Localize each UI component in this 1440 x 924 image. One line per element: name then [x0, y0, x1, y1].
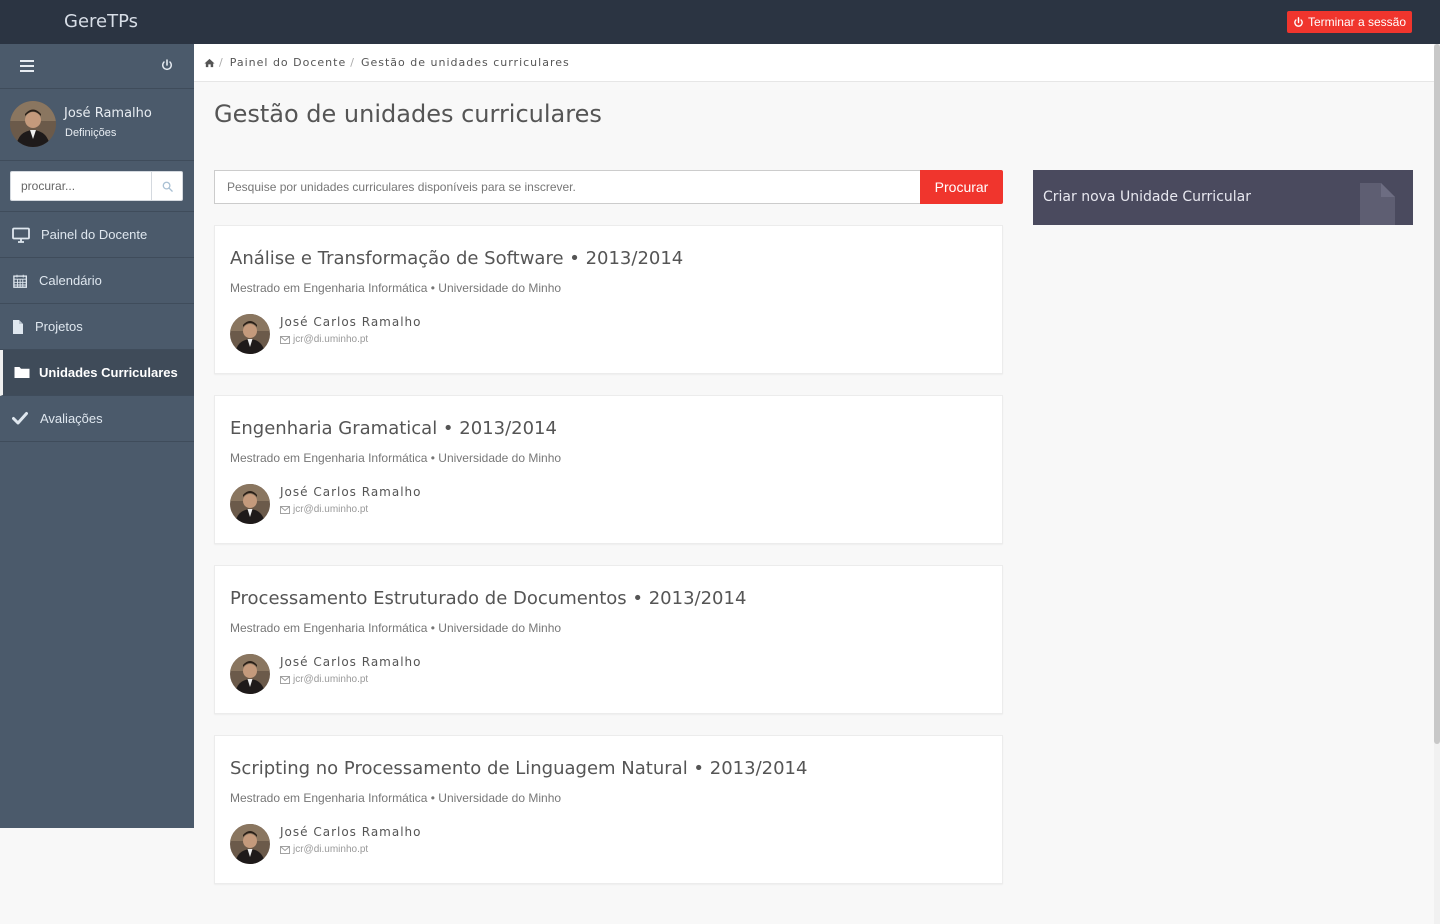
course-email[interactable]: jcr@di.uminho.pt: [280, 844, 368, 855]
course-search: Procurar: [214, 170, 1003, 204]
sidebar-item-label: Calendário: [39, 273, 102, 288]
envelope-icon: [280, 845, 290, 854]
sidebar-item-unidades-curriculares[interactable]: Unidades Curriculares: [0, 350, 194, 396]
sidebar-item-label: Avaliações: [40, 411, 103, 426]
sidebar-search-input[interactable]: [10, 171, 151, 201]
sidebar-item-painel-do-docente[interactable]: Painel do Docente: [0, 212, 194, 258]
breadcrumb-current: Gestão de unidades curriculares: [360, 56, 570, 69]
email-text: jcr@di.uminho.pt: [293, 674, 369, 685]
course-title[interactable]: Processamento Estruturado de Documentos …: [230, 588, 746, 609]
avatar: [230, 824, 270, 864]
sidebar-item-label: Unidades Curriculares: [39, 365, 178, 380]
breadcrumb-link-painel[interactable]: Painel do Docente: [230, 56, 347, 69]
course-card[interactable]: Engenharia Gramatical • 2013/2014 Mestra…: [214, 395, 1003, 544]
avatar: [230, 654, 270, 694]
course-card[interactable]: Scripting no Processamento de Linguagem …: [214, 735, 1003, 884]
envelope-icon: [280, 335, 290, 344]
avatar[interactable]: [10, 101, 56, 147]
scrollbar-thumb[interactable]: [1434, 44, 1440, 744]
check-icon: [12, 412, 28, 425]
email-text: jcr@di.uminho.pt: [293, 334, 369, 345]
course-title[interactable]: Scripting no Processamento de Linguagem …: [230, 758, 807, 779]
course-title[interactable]: Engenharia Gramatical • 2013/2014: [230, 418, 557, 439]
menu-toggle-icon[interactable]: [20, 60, 34, 72]
course-author: José Carlos Ramalho: [280, 825, 422, 839]
course-subtitle: Mestrado em Engenharia Informática • Uni…: [230, 281, 562, 295]
create-course-label: Criar nova Unidade Curricular: [1043, 189, 1251, 205]
course-email[interactable]: jcr@di.uminho.pt: [280, 674, 368, 685]
power-icon[interactable]: [160, 58, 174, 72]
sidebar: José Ramalho Definições Painel do Docent…: [0, 44, 194, 828]
logout-button[interactable]: Terminar a sessão: [1286, 11, 1412, 33]
course-card[interactable]: Análise e Transformação de Software • 20…: [214, 225, 1003, 374]
file-icon: [13, 320, 23, 334]
sidebar-user: José Ramalho Definições: [0, 89, 194, 161]
sidebar-search: [0, 161, 194, 212]
sidebar-item-label: Painel do Docente: [41, 227, 148, 242]
envelope-icon: [280, 675, 290, 684]
search-button[interactable]: Procurar: [920, 170, 1003, 204]
sidebar-toolbar: [0, 44, 194, 89]
course-author: José Carlos Ramalho: [280, 315, 422, 329]
course-author: José Carlos Ramalho: [280, 485, 422, 499]
course-email[interactable]: jcr@di.uminho.pt: [280, 504, 368, 515]
calendar-icon: [13, 274, 27, 288]
course-subtitle: Mestrado em Engenharia Informática • Uni…: [230, 621, 562, 635]
folder-icon: [14, 367, 30, 378]
sidebar-item-projetos[interactable]: Projetos: [0, 304, 194, 350]
breadcrumb-separator: /: [350, 56, 355, 69]
avatar: [230, 314, 270, 354]
avatar: [230, 484, 270, 524]
sidebar-search-button[interactable]: [151, 171, 183, 201]
course-subtitle: Mestrado em Engenharia Informática • Uni…: [230, 451, 562, 465]
document-icon: [1360, 183, 1395, 225]
brand-title[interactable]: GereTPs: [64, 11, 138, 32]
sidebar-item-avaliacoes[interactable]: Avaliações: [0, 396, 194, 442]
settings-link[interactable]: Definições: [65, 127, 116, 139]
email-text: jcr@di.uminho.pt: [293, 504, 369, 515]
user-name[interactable]: José Ramalho: [64, 106, 152, 121]
email-text: jcr@di.uminho.pt: [293, 844, 369, 855]
sidebar-item-label: Projetos: [35, 319, 83, 334]
sidebar-item-calendario[interactable]: Calendário: [0, 258, 194, 304]
logout-label: Terminar a sessão: [1307, 15, 1406, 29]
page-title: Gestão de unidades curriculares: [214, 100, 602, 128]
envelope-icon: [280, 505, 290, 514]
course-author: José Carlos Ramalho: [280, 655, 422, 669]
course-card[interactable]: Processamento Estruturado de Documentos …: [214, 565, 1003, 714]
course-search-input[interactable]: [214, 170, 920, 204]
breadcrumb: / Painel do Docente / Gestão de unidades…: [194, 44, 1434, 82]
monitor-icon: [12, 227, 30, 243]
page-scrollbar[interactable]: [1434, 44, 1440, 924]
create-course-button[interactable]: Criar nova Unidade Curricular: [1033, 170, 1413, 225]
course-title[interactable]: Análise e Transformação de Software • 20…: [230, 248, 683, 269]
breadcrumb-separator: /: [219, 56, 224, 69]
course-subtitle: Mestrado em Engenharia Informática • Uni…: [230, 791, 562, 805]
power-icon: [1294, 16, 1303, 27]
home-icon[interactable]: [204, 58, 215, 68]
top-bar: GereTPs Terminar a sessão: [0, 0, 1440, 44]
course-email[interactable]: jcr@di.uminho.pt: [280, 334, 368, 345]
search-icon: [162, 181, 173, 192]
